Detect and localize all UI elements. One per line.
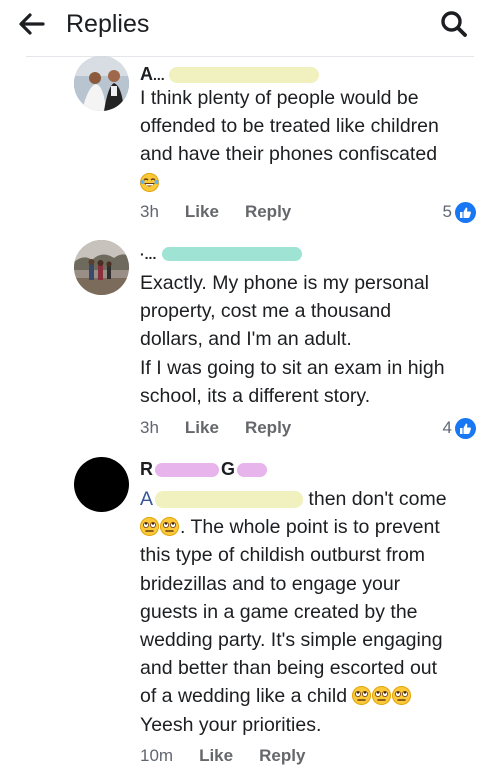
reaction-summary[interactable]: 5 [443, 201, 476, 223]
comment-line: property, cost me a thousand [140, 300, 392, 323]
comment-line: Exactly. My phone is my personal [140, 272, 430, 294]
redaction-mark [237, 463, 268, 478]
like-button[interactable]: Like [185, 418, 219, 438]
reply-button[interactable]: Reply [245, 202, 291, 222]
avatar[interactable] [74, 240, 129, 295]
back-button[interactable] [14, 10, 50, 38]
comment-text: I think plenty of people would be offend… [140, 84, 480, 197]
like-button[interactable]: Like [185, 202, 219, 222]
reply-button[interactable]: Reply [245, 418, 291, 438]
timestamp: 3h [140, 418, 159, 437]
laughing-tears-emoji [140, 172, 159, 192]
comment-line [140, 169, 480, 197]
comment-line: school, its a different story. [140, 384, 371, 407]
comment-line: offended to be treated like children [140, 115, 439, 138]
comment-actions: 10m Like Reply [140, 746, 331, 766]
wedding-photo-avatar [74, 56, 129, 111]
eye-roll-emoji [140, 517, 159, 537]
comment-line: and have their phones confiscated [140, 143, 438, 166]
author-ellipsis: ... [153, 67, 165, 83]
like-thumb-icon [455, 201, 476, 223]
author-initial: G [221, 459, 236, 479]
avatar[interactable] [74, 56, 129, 111]
timestamp: 3h [140, 202, 159, 221]
redaction-mark [155, 491, 304, 509]
comment-line: bridezillas and to engage your [140, 572, 401, 595]
eye-roll-emoji [392, 686, 412, 706]
author-initial: R [140, 459, 153, 479]
comment-actions: 3h Like Reply [140, 202, 317, 222]
reaction-count: 4 [442, 418, 452, 437]
comment-text: Exactly. My phone is my personal propert… [140, 269, 480, 410]
arrow-left-icon [19, 13, 45, 35]
reaction-count: 5 [442, 202, 452, 221]
eye-roll-emoji [352, 686, 372, 706]
comment-author[interactable]: ·... [140, 242, 303, 265]
comment-text-fragment: of a wedding like a child [140, 685, 348, 708]
comment-line: of a wedding like a child [140, 682, 480, 710]
comment-line: and better than being escorted out [140, 657, 438, 680]
comment-line: . The whole point is to prevent [140, 513, 480, 541]
search-icon [441, 11, 467, 37]
comment-text: A then don't come . The whole point is t… [140, 485, 480, 739]
mention-initial: A [140, 488, 154, 510]
eye-roll-emoji [160, 517, 179, 537]
like-button[interactable]: Like [199, 746, 233, 766]
page-title: Replies [66, 10, 150, 38]
comment-text-fragment: . The whole point is to prevent [180, 516, 440, 539]
comment-author[interactable]: RG [140, 458, 268, 480]
replies-screen: Replies A... I think plenty of people wo… [0, 0, 492, 778]
comment-line: dollars, and I'm an adult. [140, 328, 352, 351]
author-ellipsis: ·... [140, 246, 157, 262]
author-initial: A [140, 64, 153, 84]
comment-line: this type of childish outburst from [140, 544, 426, 567]
outdoor-photo-avatar [74, 240, 129, 295]
comment-line: If I was going to sit an exam in high [140, 356, 445, 379]
redaction-mark [168, 67, 319, 84]
mention-link[interactable]: A [140, 488, 304, 510]
search-button[interactable] [436, 8, 472, 40]
comment-line: Yeesh your priorities. [140, 713, 322, 736]
reply-button[interactable]: Reply [259, 746, 305, 766]
comment-text-fragment: then don't come [303, 488, 447, 510]
eye-roll-emoji [372, 686, 392, 706]
avatar[interactable] [74, 457, 129, 512]
comment-line: A then don't come [140, 485, 480, 513]
redaction-mark [162, 247, 303, 262]
redaction-mark [155, 463, 219, 478]
like-thumb-icon [455, 417, 476, 439]
comment-line: I think plenty of people would be [140, 87, 419, 109]
comment-line: wedding party. It's simple engaging [140, 629, 443, 652]
comment-author[interactable]: A... [140, 63, 319, 86]
timestamp: 10m [140, 746, 174, 765]
comment-actions: 3h Like Reply [140, 418, 317, 438]
top-bar: Replies [0, 0, 492, 50]
reaction-summary[interactable]: 4 [443, 417, 476, 439]
comment-line: guests in a game created by the [140, 600, 418, 623]
